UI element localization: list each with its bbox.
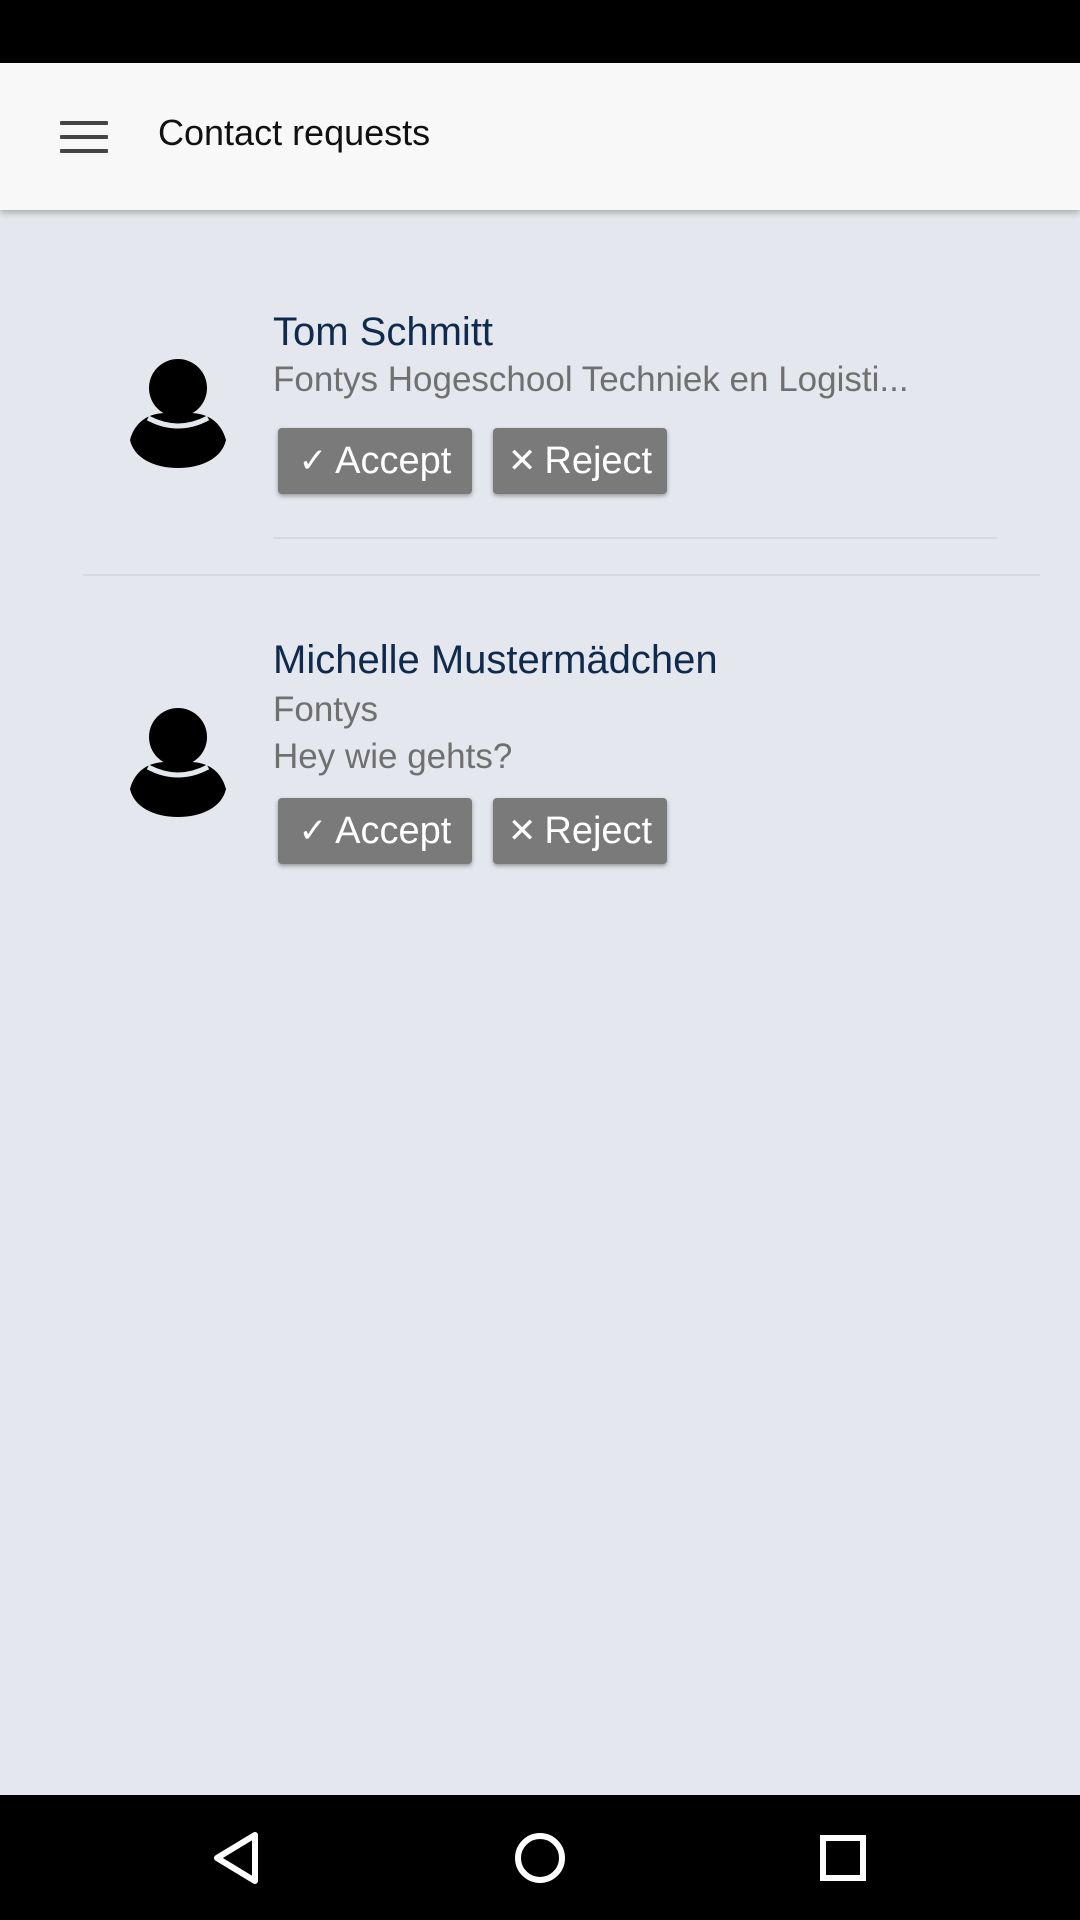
page-title: Contact requests: [158, 112, 431, 153]
contact-requests-list: Tom Schmitt Fontys Hogeschool Techniek e…: [0, 210, 1080, 1795]
check-icon: ✓: [298, 812, 328, 850]
recents-square-icon[interactable]: [808, 1825, 878, 1891]
status-bar: [0, 0, 1080, 63]
contact-organization: Fontys Hogeschool Techniek en Logisti...: [273, 360, 909, 399]
close-icon: ✕: [507, 812, 537, 850]
item-divider: [273, 537, 997, 539]
close-icon: ✕: [507, 442, 537, 480]
check-icon: ✓: [298, 442, 328, 480]
list-divider: [83, 574, 1040, 576]
hamburger-menu-icon[interactable]: [50, 115, 118, 159]
accept-button-label: Accept: [335, 440, 452, 482]
accept-button-label: Accept: [335, 810, 452, 852]
accept-button[interactable]: ✓ Accept: [278, 798, 472, 864]
contact-organization: Fontys: [273, 690, 379, 729]
home-circle-icon[interactable]: [505, 1825, 575, 1891]
contact-name: Michelle Mustermädchen: [273, 638, 718, 682]
person-avatar-icon: [130, 359, 226, 468]
contact-name: Tom Schmitt: [273, 310, 494, 354]
app-bar: Contact requests: [0, 63, 1080, 210]
person-avatar-icon: [130, 708, 226, 817]
reject-button[interactable]: ✕ Reject: [493, 428, 667, 494]
system-navigation-bar: [0, 1795, 1080, 1920]
reject-button-label: Reject: [544, 440, 653, 482]
reject-button[interactable]: ✕ Reject: [493, 798, 667, 864]
back-triangle-icon[interactable]: [203, 1825, 273, 1891]
contact-message: Hey wie gehts?: [273, 737, 513, 776]
reject-button-label: Reject: [544, 810, 653, 852]
accept-button[interactable]: ✓ Accept: [278, 428, 472, 494]
